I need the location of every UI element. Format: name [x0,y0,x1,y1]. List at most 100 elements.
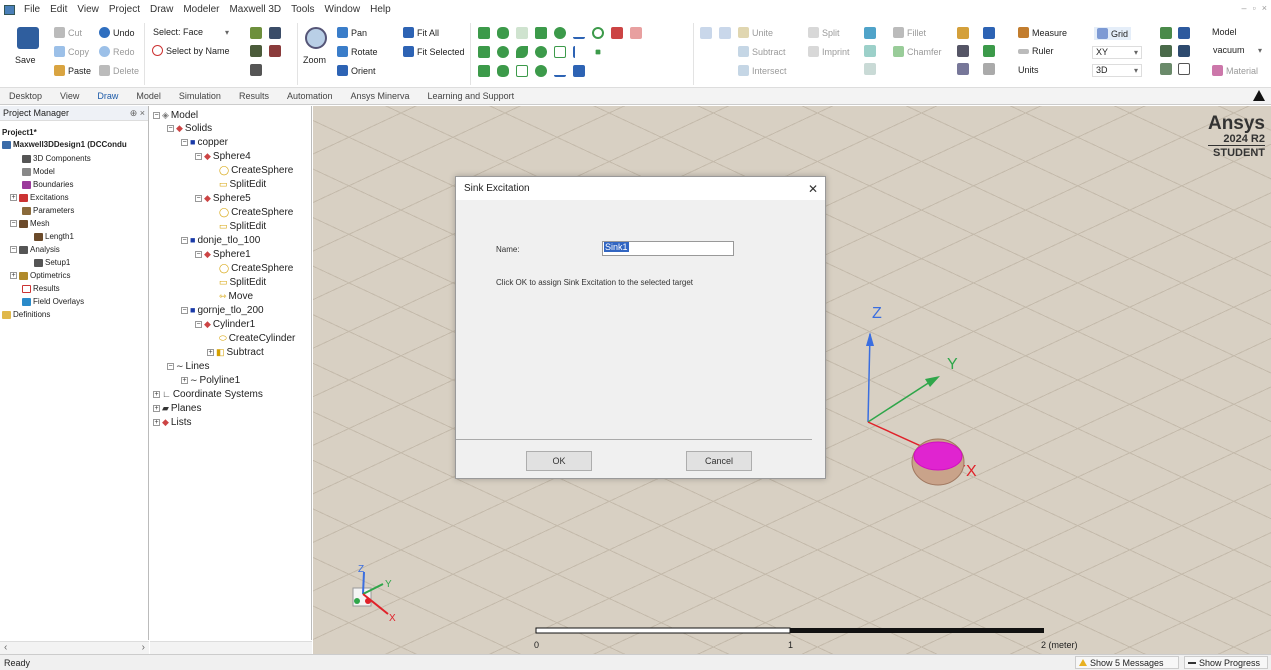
object-cs-icon[interactable] [957,63,969,75]
ellipse-icon[interactable] [535,46,547,58]
tree-copper[interactable]: − ■ copper [181,137,228,148]
show-all-icon[interactable] [1178,63,1190,75]
pm-excitations[interactable]: + Excitations [10,193,69,202]
collapse-icon[interactable]: − [10,220,17,227]
expand-icon[interactable]: + [181,377,188,384]
collapse-icon[interactable]: − [181,139,188,146]
zoom-button[interactable]: Zoom [303,55,326,65]
hide-object-icon[interactable] [1178,27,1190,39]
tab-desktop[interactable]: Desktop [0,91,51,101]
redo-button[interactable]: Redo [99,46,135,57]
restore-icon[interactable]: ▫ [1253,3,1256,13]
tree-model[interactable]: − ◈ Model [153,110,198,121]
tree-cylinder1[interactable]: − ◆ Cylinder1 [195,319,255,330]
close-icon[interactable]: ✕ [801,182,825,196]
regular-polyhedron-icon[interactable] [478,46,490,58]
collapse-icon[interactable]: − [167,363,174,370]
tab-model[interactable]: Model [127,91,170,101]
model-tree-scrollbar[interactable] [150,641,312,654]
menu-edit[interactable]: Edit [45,4,72,15]
material-select[interactable]: vacuum [1210,45,1265,58]
tab-ansys-minerva[interactable]: Ansys Minerva [342,91,419,101]
pm-model[interactable]: Model [22,167,55,176]
bondwire-icon[interactable] [497,65,509,77]
draw-region-icon[interactable] [611,27,623,39]
expand-icon[interactable]: + [153,419,160,426]
menu-window[interactable]: Window [320,4,366,15]
select-vertex-icon[interactable] [269,45,281,57]
undo-button[interactable]: Undo [99,27,135,38]
cancel-button[interactable]: Cancel [686,451,752,471]
cut-button[interactable]: Cut [54,27,82,38]
draw-box-outline-icon[interactable] [630,27,642,39]
subtract-button[interactable]: Subtract [738,46,786,57]
intersect-button[interactable]: Intersect [738,65,787,76]
equation-curve-icon[interactable] [573,65,585,77]
helix-icon[interactable] [516,27,528,39]
line-icon[interactable] [573,27,585,39]
expand-icon[interactable]: + [153,405,160,412]
collapse-icon[interactable]: − [10,246,17,253]
select-by-name-button[interactable]: Select by Name [152,45,230,56]
tree-splitedit[interactable]: ▭ SplitEdit [219,221,266,232]
point-icon[interactable] [595,49,601,55]
cylinder-icon[interactable] [497,27,509,39]
duplicate-icon[interactable] [700,27,712,39]
collapse-icon[interactable]: − [181,307,188,314]
unite-button[interactable]: Unite [738,27,773,38]
regular-polygon-icon[interactable] [535,65,547,77]
polyline-icon[interactable] [573,46,585,58]
minimize-icon[interactable]: ‒ [1242,3,1247,13]
tree-createcylinder[interactable]: ⬭ CreateCylinder [219,333,295,344]
dimension-select[interactable]: 3D [1092,64,1142,77]
show-messages-button[interactable]: Show 5 Messages [1075,656,1179,669]
tree-createsphere[interactable]: ◯ CreateSphere [219,165,293,176]
collapse-icon[interactable]: − [195,321,202,328]
collapse-icon[interactable]: − [181,237,188,244]
torus-icon[interactable] [516,46,528,58]
orient-button[interactable]: Orient [337,65,376,76]
tree-sphere4[interactable]: − ◆ Sphere4 [195,151,251,162]
scroll-right-icon[interactable]: › [142,642,145,653]
menu-tools[interactable]: Tools [286,4,319,15]
pm-results[interactable]: Results [22,284,60,293]
name-input[interactable]: Sink1 [602,241,734,256]
tree-lists[interactable]: + ◆ Lists [153,417,191,428]
tree-splitedit[interactable]: ▭ SplitEdit [219,277,266,288]
arc-icon[interactable] [592,27,604,39]
expand-icon[interactable]: + [153,391,160,398]
tree-splitedit[interactable]: ▭ SplitEdit [219,179,266,190]
tab-automation[interactable]: Automation [278,91,342,101]
project-node[interactable]: Project1* [2,128,37,137]
pm-setup1[interactable]: Setup1 [34,258,70,267]
wrap-icon[interactable] [864,63,876,75]
tab-results[interactable]: Results [230,91,278,101]
circle-icon[interactable] [554,27,566,39]
show-object-icon[interactable] [1178,45,1190,57]
design-node[interactable]: Maxwell3DDesign1 (DCCondu [2,140,127,149]
fit-all-button[interactable]: Fit All [403,27,439,38]
thicken-icon[interactable] [864,45,876,57]
rectangle-icon[interactable] [535,27,547,39]
expand-icon[interactable]: + [207,349,214,356]
paste-button[interactable]: Paste [54,65,91,76]
pm-definitions[interactable]: Definitions [2,310,50,319]
tree-createsphere[interactable]: ◯ CreateSphere [219,207,293,218]
pm-mesh[interactable]: − Mesh [10,219,50,228]
menu-maxwell3d[interactable]: Maxwell 3D [224,4,286,15]
tree-move[interactable]: ⇿ Move [219,291,253,302]
close-icon[interactable]: × [1262,3,1267,13]
show-progress-button[interactable]: Show Progress [1184,656,1268,669]
menu-help[interactable]: Help [365,4,396,15]
render-mode-icon[interactable] [1160,63,1172,75]
tree-planes[interactable]: + ▰ Planes [153,403,202,414]
expand-icon[interactable]: + [10,194,17,201]
fit-selected-button[interactable]: Fit Selected [403,46,465,57]
menu-project[interactable]: Project [104,4,145,15]
measure-button[interactable]: Measure [1018,27,1067,38]
pm-parameters[interactable]: Parameters [22,206,74,215]
collapse-icon[interactable]: − [195,153,202,160]
tab-draw[interactable]: Draw [88,91,127,101]
select-object-icon[interactable] [250,27,262,39]
tab-learning-support[interactable]: Learning and Support [419,91,524,101]
